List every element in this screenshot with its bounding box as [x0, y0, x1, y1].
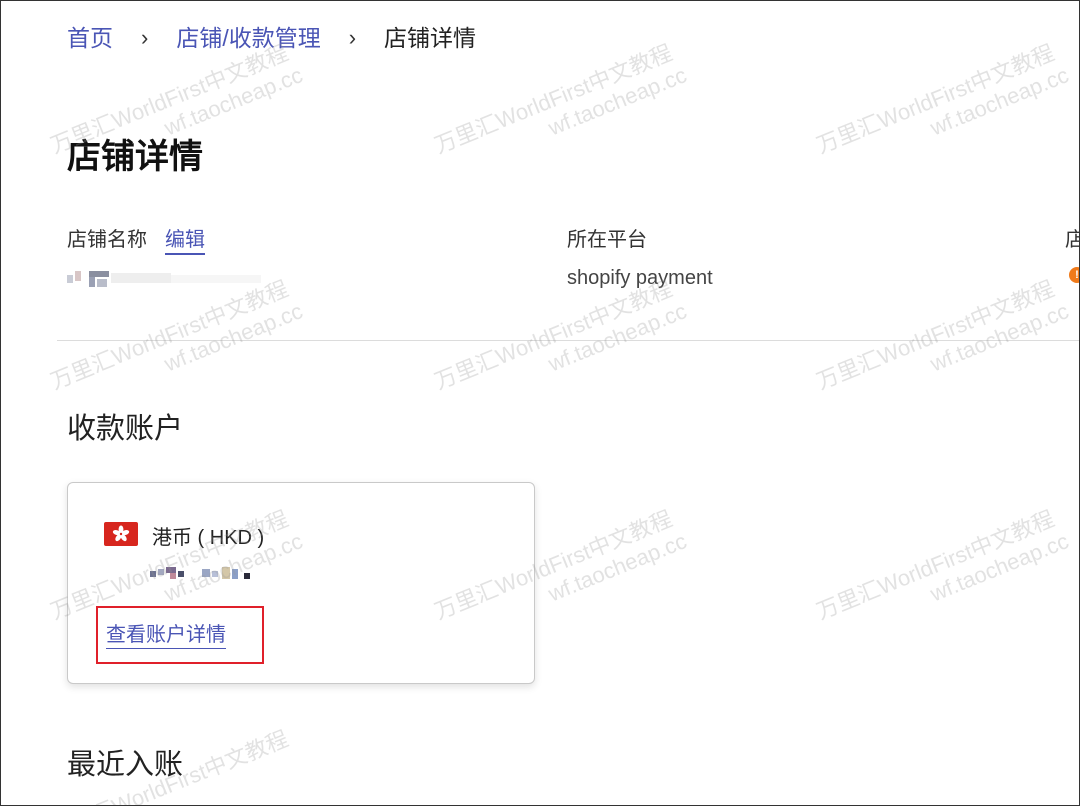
breadcrumb-separator-icon: › [348, 25, 357, 50]
breadcrumb-current: 店铺详情 [384, 25, 477, 51]
view-account-details-link[interactable]: 查看账户详情 [106, 618, 226, 649]
currency-label: 港币 ( HKD ) [152, 527, 265, 549]
breadcrumb-home-link[interactable]: 首页 [67, 23, 113, 53]
watermark-line1: 万里汇WorldFirst中文教程 [813, 39, 1058, 159]
store-name-value-redacted [67, 269, 267, 289]
watermark: 万里汇WorldFirst中文教程 wf.taocheap.cc [813, 274, 1072, 419]
watermark: 万里汇WorldFirst中文教程 wf.taocheap.cc [431, 274, 690, 419]
store-name-label: 店铺名称 [67, 229, 147, 251]
warning-icon: ! [1069, 267, 1079, 283]
watermark-line1: 万里汇WorldFirst中文教程 [813, 275, 1058, 395]
receiving-account-card: 港币 ( HKD ) 查看账户详情 [67, 482, 535, 684]
recent-deposits-title: 最近入账 [67, 747, 184, 781]
platform-label: 所在平台 [567, 229, 647, 251]
watermark-line2: wf.taocheap.cc [544, 298, 691, 377]
watermark-line2: wf.taocheap.cc [926, 298, 1073, 377]
watermark-line2: wf.taocheap.cc [544, 62, 691, 141]
watermark-line1: 万里汇WorldFirst中文教程 [431, 39, 676, 159]
watermark: 万里汇WorldFirst中文教程 wf.taocheap.cc [47, 274, 306, 419]
watermark-line2: wf.taocheap.cc [926, 62, 1073, 141]
watermark-line1: 万里汇WorldFirst中文教程 [431, 275, 676, 395]
watermark-line1: 万里汇WorldFirst中文教程 [47, 275, 292, 395]
account-number-redacted [150, 565, 260, 581]
watermark-line2: wf.taocheap.cc [926, 528, 1073, 607]
breadcrumb-separator-icon: › [141, 25, 149, 50]
watermark-line1: 万里汇WorldFirst中文教程 [813, 505, 1058, 625]
receiving-account-title: 收款账户 [67, 411, 184, 445]
watermark: 万里汇WorldFirst中文教程 wf.taocheap.cc [431, 38, 690, 183]
page-title: 店铺详情 [67, 137, 203, 177]
watermark: 万里汇WorldFirst中文教程 wf.taocheap.cc [813, 38, 1072, 183]
highlight-box: 查看账户详情 [96, 606, 264, 664]
watermark-line2: wf.taocheap.cc [160, 298, 307, 377]
watermark: 万里汇WorldFirst中文教程 wf.taocheap.cc [813, 504, 1072, 649]
status-label: 店 [1065, 223, 1079, 252]
breadcrumb: 首页 › 店铺/收款管理 › 店铺详情 [67, 23, 476, 53]
edit-store-name-link[interactable]: 编辑 [165, 229, 205, 255]
page-frame: 首页 › 店铺/收款管理 › 店铺详情 店铺详情 店铺名称 编辑 所在平台 sho… [0, 0, 1080, 806]
store-name-field: 店铺名称 编辑 [67, 223, 205, 255]
breadcrumb-shop-payment-link[interactable]: 店铺/收款管理 [176, 23, 320, 53]
section-divider [57, 340, 1079, 341]
platform-value: shopify payment [567, 267, 713, 289]
hong-kong-flag-icon [104, 522, 138, 546]
